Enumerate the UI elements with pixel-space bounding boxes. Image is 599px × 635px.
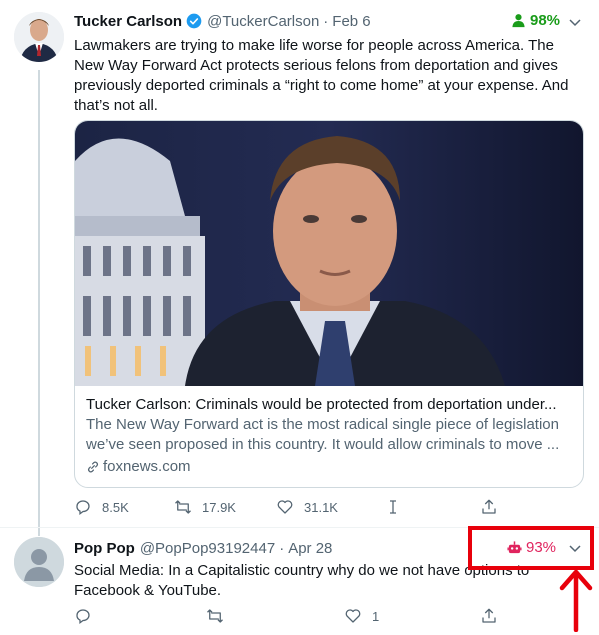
person-icon (512, 14, 525, 28)
avatar-pop-pop[interactable] (14, 537, 64, 587)
reply-icon (76, 609, 90, 625)
reply-button[interactable]: 8.5K (74, 497, 129, 517)
share-button[interactable] (480, 497, 498, 517)
heart-icon (345, 609, 361, 623)
like-button[interactable]: 31.1K (276, 497, 338, 517)
tweet-actions-bar: 8.5K 17.9K 31.1K (74, 497, 504, 517)
retweet-count: 17.9K (202, 499, 236, 515)
author-handle[interactable]: @TuckerCarlson (207, 13, 319, 30)
retweet-button[interactable]: 17.9K (174, 497, 236, 517)
card-image (75, 121, 583, 386)
human-score-badge[interactable]: 98% (511, 12, 560, 29)
human-score-value: 98% (530, 12, 561, 29)
tweet-actions-bar: 1 (74, 606, 504, 626)
heart-icon (277, 500, 293, 514)
analytics-button[interactable] (384, 497, 402, 517)
reply-count: 8.5K (102, 499, 129, 515)
annotation-arrow-icon (559, 569, 593, 632)
avatar-tucker-carlson[interactable] (14, 12, 64, 62)
annotation-highlight-box (468, 526, 594, 570)
chevron-down-icon[interactable] (568, 15, 582, 29)
separator-dot: · (279, 539, 285, 557)
card-domain-text: foxnews.com (103, 458, 191, 475)
verified-badge-icon (186, 13, 202, 29)
card-domain: foxnews.com (86, 457, 572, 477)
retweet-icon (207, 609, 223, 623)
thread-connector-line (38, 70, 40, 536)
like-count: 1 (372, 608, 380, 624)
tweet-date[interactable]: Feb 6 (332, 13, 370, 30)
link-preview-card[interactable]: Tucker Carlson: Criminals would be prote… (74, 120, 584, 488)
author-name[interactable]: Pop Pop (74, 540, 135, 557)
share-button[interactable] (480, 606, 498, 626)
retweet-icon (175, 500, 191, 514)
reply-button[interactable] (74, 606, 92, 626)
retweet-button[interactable] (206, 606, 224, 626)
text-cursor-icon (390, 500, 396, 514)
like-button[interactable]: 1 (344, 606, 379, 626)
card-title: Tucker Carlson: Criminals would be prote… (86, 396, 557, 413)
separator-dot: · (323, 12, 329, 30)
card-description: The New Way Forward act is the most radi… (86, 416, 560, 453)
link-icon (88, 461, 98, 473)
reply-icon (76, 500, 90, 516)
like-count: 31.1K (304, 499, 338, 515)
share-icon (482, 499, 496, 514)
tweet-text: Lawmakers are trying to make life worse … (74, 37, 569, 114)
tweet-date[interactable]: Apr 28 (288, 540, 332, 557)
share-icon (482, 608, 496, 623)
author-handle[interactable]: @PopPop93192447 (140, 540, 275, 557)
author-name[interactable]: Tucker Carlson (74, 13, 182, 30)
